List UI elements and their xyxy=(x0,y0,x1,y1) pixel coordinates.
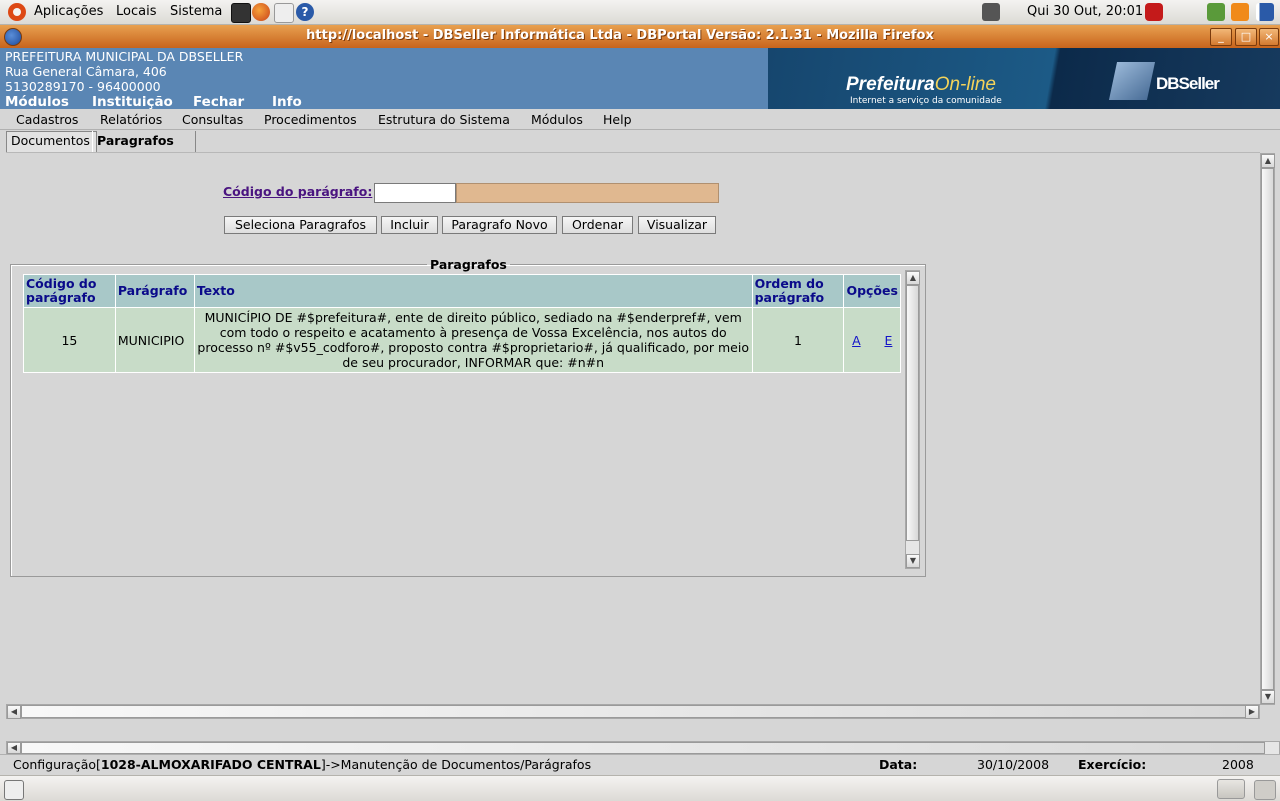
table-row: 15 MUNICIPIO MUNICÍPIO DE #$prefeitura#,… xyxy=(23,307,901,373)
header-menu-fechar[interactable]: Fechar xyxy=(193,94,244,110)
battery-icon[interactable] xyxy=(1207,3,1225,21)
signal-icon[interactable] xyxy=(1256,3,1274,21)
incluir-button[interactable]: Incluir xyxy=(381,216,438,234)
menu-modulos[interactable]: Módulos xyxy=(531,112,583,127)
codigo-paragrafo-input[interactable] xyxy=(374,183,456,203)
visualizar-button[interactable]: Visualizar xyxy=(638,216,716,234)
firefox-taskbar-icon[interactable] xyxy=(1217,779,1245,799)
page-horizontal-thumb[interactable] xyxy=(21,705,1247,718)
col-texto[interactable]: Texto xyxy=(193,274,753,308)
status-config: Configuração[1028-ALMOXARIFADO CENTRAL]-… xyxy=(13,757,592,772)
cell-opcoes: A E xyxy=(843,307,901,373)
gnome-bottom-panel xyxy=(0,775,1280,801)
banner-tagline: Internet a serviço da comunidade xyxy=(850,96,1002,106)
help-icon[interactable]: ? xyxy=(296,3,314,21)
org-phones: 5130289170 - 96400000 xyxy=(5,79,161,94)
col-paragrafo[interactable]: Parágrafo xyxy=(114,274,195,308)
banner-title: PrefeituraOn-line xyxy=(846,74,996,95)
window-titlebar[interactable]: http://localhost - DBSeller Informática … xyxy=(0,25,1280,49)
maximize-button[interactable]: □ xyxy=(1235,28,1257,46)
seleciona-paragrafos-button[interactable]: Seleciona Paragrafos xyxy=(224,216,377,234)
menu-cadastros[interactable]: Cadastros xyxy=(16,112,78,127)
menubar: Cadastros Relatórios Consultas Procedime… xyxy=(0,109,1280,130)
cell-ordem: 1 xyxy=(751,307,845,373)
ubuntu-logo-icon[interactable] xyxy=(8,3,26,21)
descricao-paragrafo-field xyxy=(456,183,719,203)
menu-consultas[interactable]: Consultas xyxy=(182,112,243,127)
cell-codigo: 15 xyxy=(23,307,116,373)
paragrafos-table: Código do parágrafo Parágrafo Texto Orde… xyxy=(23,274,901,373)
alterar-link[interactable]: A xyxy=(852,333,861,348)
power-icon[interactable] xyxy=(1145,3,1163,21)
firefox-icon[interactable] xyxy=(252,3,270,21)
cell-paragrafo: MUNICIPIO xyxy=(114,307,195,373)
mail-icon[interactable] xyxy=(274,3,294,23)
paragrafos-legend: Paragrafos xyxy=(430,257,507,272)
workspace-switcher-icon[interactable] xyxy=(1254,780,1276,800)
table-scroll-up-icon[interactable]: ▲ xyxy=(906,271,920,285)
status-exercicio-label: Exercício: xyxy=(1078,757,1147,772)
cell-texto: MUNICÍPIO DE #$prefeitura#, ente de dire… xyxy=(193,307,753,373)
status-data-label: Data: xyxy=(879,757,918,772)
codigo-paragrafo-label[interactable]: Código do parágrafo: xyxy=(223,184,372,199)
col-ordem[interactable]: Ordem do parágrafo xyxy=(751,274,845,308)
page-vertical-thumb[interactable] xyxy=(1261,168,1274,690)
menu-procedimentos[interactable]: Procedimentos xyxy=(264,112,357,127)
excluir-link[interactable]: E xyxy=(884,333,892,348)
status-data-value: 30/10/2008 xyxy=(977,757,1050,772)
browser-horizontal-thumb[interactable] xyxy=(21,742,1265,754)
browser-horizontal-scrollbar[interactable]: ◀ xyxy=(6,741,1280,755)
network-icon[interactable] xyxy=(982,3,1000,21)
statusbar: Configuração[1028-ALMOXARIFADO CENTRAL]-… xyxy=(0,754,1280,774)
menu-sistema[interactable]: Sistema xyxy=(170,4,222,19)
table-scroll-thumb[interactable] xyxy=(906,285,919,541)
close-button[interactable]: × xyxy=(1259,28,1279,46)
page-scroll-down-icon[interactable]: ▼ xyxy=(1261,690,1275,704)
menu-locais[interactable]: Locais xyxy=(116,4,156,19)
update-icon[interactable] xyxy=(1231,3,1249,21)
menu-help[interactable]: Help xyxy=(603,112,632,127)
header-menu-modulos[interactable]: Módulos xyxy=(5,94,69,110)
status-exercicio-value: 2008 xyxy=(1222,757,1254,772)
browser-scroll-left-icon[interactable]: ◀ xyxy=(7,742,21,754)
page-scroll-up-icon[interactable]: ▲ xyxy=(1261,154,1275,168)
org-address: Rua General Câmara, 406 xyxy=(5,64,167,79)
page-vertical-scrollbar[interactable]: ▲ ▼ xyxy=(1260,153,1275,705)
table-scrollbar[interactable]: ▲ ▼ xyxy=(905,270,920,569)
main-content: Código do parágrafo: Seleciona Paragrafo… xyxy=(6,152,1275,705)
minimize-button[interactable]: _ xyxy=(1210,28,1232,46)
col-opcoes: Opções xyxy=(843,274,901,308)
menu-aplicacoes[interactable]: Aplicações xyxy=(34,4,103,19)
col-codigo[interactable]: Código do parágrafo xyxy=(23,274,116,308)
portal-header: PREFEITURA MUNICIPAL DA DBSELLER Rua Gen… xyxy=(0,48,1280,110)
banner-brand: DBSeller xyxy=(1156,74,1220,93)
page-scroll-left-icon[interactable]: ◀ xyxy=(7,705,21,719)
page-scroll-right-icon[interactable]: ▶ xyxy=(1245,705,1259,719)
banner: PrefeituraOn-line Internet a serviço da … xyxy=(768,48,1280,109)
menu-relatorios[interactable]: Relatórios xyxy=(100,112,162,127)
window-title: http://localhost - DBSeller Informática … xyxy=(306,28,934,43)
gnome-top-panel: Aplicações Locais Sistema ? Qui 30 Out, … xyxy=(0,0,1280,25)
header-menu-info[interactable]: Info xyxy=(272,94,302,110)
terminal-icon[interactable] xyxy=(231,3,251,23)
clock[interactable]: Qui 30 Out, 20:01 xyxy=(1027,4,1143,19)
org-name: PREFEITURA MUNICIPAL DA DBSELLER xyxy=(5,49,244,64)
paragrafo-novo-button[interactable]: Paragrafo Novo xyxy=(442,216,557,234)
dbseller-logo-icon xyxy=(1108,62,1156,100)
header-menu-instituicao[interactable]: Instituição xyxy=(92,94,173,110)
menu-estrutura[interactable]: Estrutura do Sistema xyxy=(378,112,510,127)
tab-paragrafos[interactable]: Paragrafos xyxy=(92,131,196,152)
ordenar-button[interactable]: Ordenar xyxy=(562,216,633,234)
table-scroll-down-icon[interactable]: ▼ xyxy=(906,554,920,568)
show-desktop-icon[interactable] xyxy=(4,780,24,800)
page-horizontal-scrollbar[interactable]: ◀ ▶ xyxy=(6,704,1260,719)
